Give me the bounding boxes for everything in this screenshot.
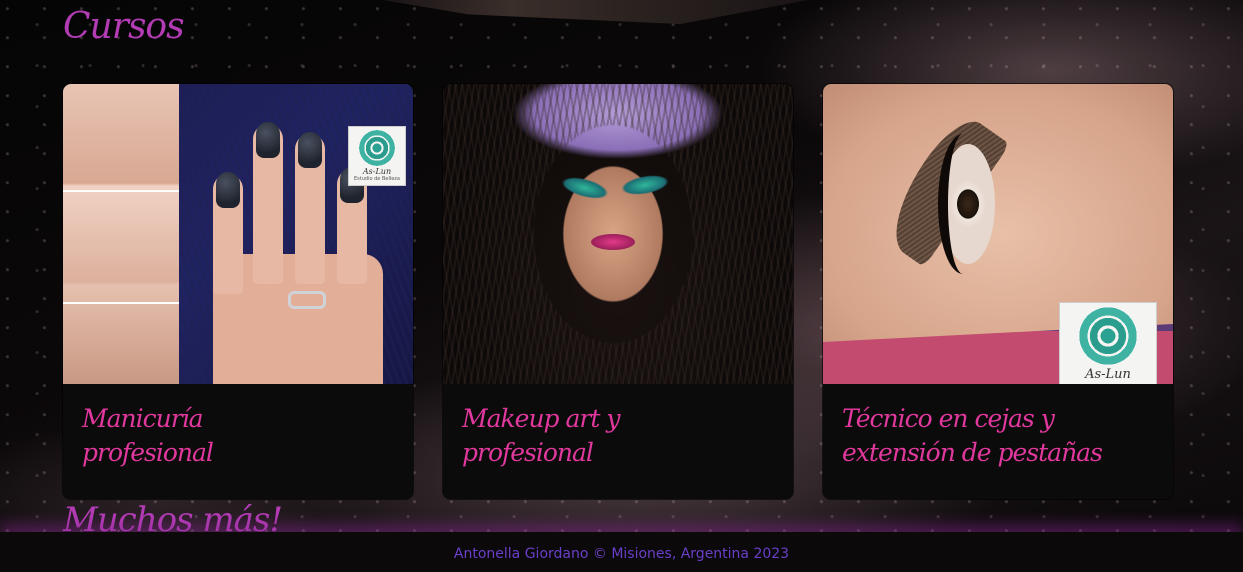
header-image-fragment (383, 0, 808, 24)
makeup-photo (443, 84, 793, 384)
course-title[interactable]: Makeup art y profesional (462, 402, 632, 470)
course-card-makeup[interactable]: Makeup art y profesional (443, 84, 793, 499)
courses-section-title: Cursos (63, 6, 185, 47)
course-card-manicure[interactable]: As-Lun Estudio de Belleza Manicuría prof… (63, 84, 413, 499)
mandala-icon (1079, 307, 1137, 365)
page: Cursos As-Lun Estudio de Belleza Manicur… (0, 0, 1243, 572)
eyelashes (938, 134, 988, 274)
ring (288, 291, 326, 309)
course-title[interactable]: Manicuría profesional (82, 402, 252, 470)
nails-photo: As-Lun Estudio de Belleza (63, 84, 413, 384)
footer: Antonella Giordano © Misiones, Argentina… (0, 532, 1243, 572)
brows-photo: As-Lun (823, 84, 1173, 384)
brand-logo: As-Lun Estudio de Belleza (348, 126, 406, 186)
footer-credits: Antonella Giordano © Misiones, Argentina… (453, 546, 790, 562)
mandala-icon (359, 130, 395, 166)
course-card-brows[interactable]: As-Lun Técnico en cejas y extensión de p… (823, 84, 1173, 499)
lips (591, 234, 635, 250)
brand-logo: As-Lun (1059, 302, 1157, 384)
course-title[interactable]: Técnico en cejas y extensión de pestañas (842, 402, 1162, 470)
nails-collage-strip (63, 84, 179, 384)
